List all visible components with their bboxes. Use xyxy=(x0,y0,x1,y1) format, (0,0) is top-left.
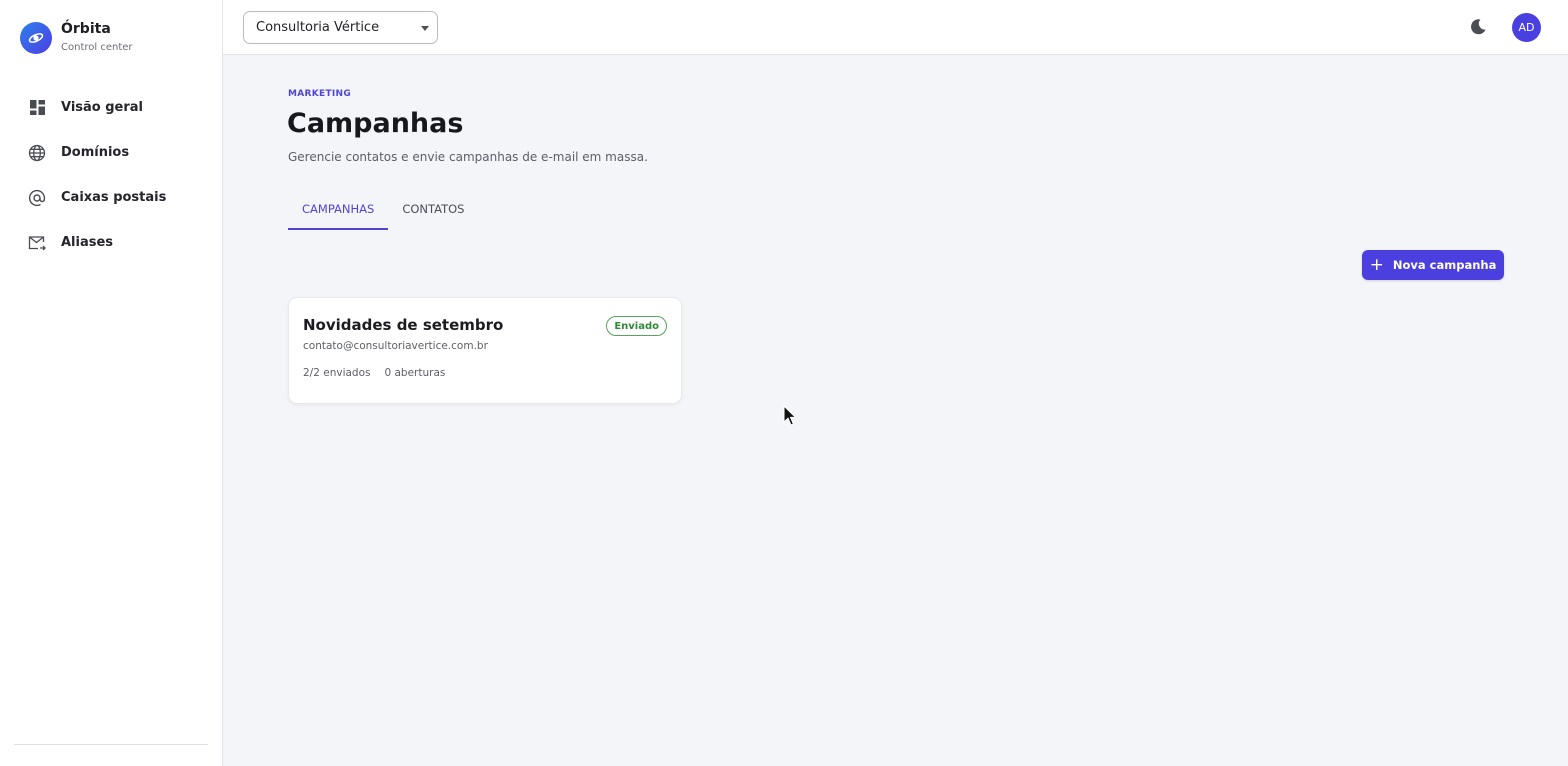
dashboard-icon xyxy=(28,99,46,117)
tab-campanhas[interactable]: CAMPANHAS xyxy=(288,188,389,230)
campaign-title: Novidades de setembro xyxy=(303,316,504,334)
page-subtitle: Gerencie contatos e envie campanhas de e… xyxy=(288,150,648,164)
campaign-sent-count: 2/2 enviados xyxy=(303,367,371,379)
plus-icon: + xyxy=(1369,254,1384,275)
sidebar-item-label: Caixas postais xyxy=(61,190,167,205)
sidebar-item-aliases[interactable]: Aliases xyxy=(0,220,222,265)
topbar: Consultoria Vértice AD xyxy=(223,0,1568,55)
brand-name: Órbita xyxy=(61,21,111,37)
brand-subtitle: Control center xyxy=(61,42,133,53)
at-sign-icon xyxy=(28,189,46,207)
campaign-stats: 2/2 enviados 0 aberturas xyxy=(303,367,445,379)
sidebar-nav: Visão geral Domínios Caixas postais Alia… xyxy=(0,85,222,265)
globe-icon xyxy=(28,144,46,162)
caret-down-icon xyxy=(421,26,429,31)
sidebar-item-label: Domínios xyxy=(61,145,130,160)
sidebar-item-dominios[interactable]: Domínios xyxy=(0,130,222,175)
section-eyebrow: MARKETING xyxy=(288,89,352,99)
sidebar-item-label: Visão geral xyxy=(61,100,144,115)
brand[interactable]: Órbita Control center xyxy=(20,21,133,55)
new-campaign-button[interactable]: + Nova campanha xyxy=(1362,250,1504,280)
tab-contatos[interactable]: CONTATOS xyxy=(388,188,478,230)
mail-forward-icon xyxy=(28,234,46,252)
campaign-open-count: 0 aberturas xyxy=(384,367,446,379)
sidebar-item-visao-geral[interactable]: Visão geral xyxy=(0,85,222,130)
campaign-sender: contato@consultoriavertice.com.br xyxy=(303,340,488,352)
campaign-card[interactable]: Novidades de setembro Enviado contato@co… xyxy=(288,297,682,404)
new-campaign-label: Nova campanha xyxy=(1392,258,1497,272)
mouse-cursor-icon xyxy=(783,404,797,427)
sidebar-item-label: Aliases xyxy=(61,235,114,250)
page-title: Campanhas xyxy=(287,108,464,139)
sidebar-divider xyxy=(14,744,208,745)
status-badge: Enviado xyxy=(606,316,667,336)
avatar[interactable]: AD xyxy=(1512,13,1541,42)
moon-icon[interactable] xyxy=(1468,17,1488,37)
organization-select[interactable]: Consultoria Vértice xyxy=(243,11,438,44)
sidebar-item-caixas-postais[interactable]: Caixas postais xyxy=(0,175,222,220)
organization-select-value: Consultoria Vértice xyxy=(256,20,380,35)
tab-bar: CAMPANHAS CONTATOS xyxy=(288,188,478,230)
sidebar: Órbita Control center Visão geral Domíni… xyxy=(0,0,223,766)
orbit-icon xyxy=(20,22,52,54)
